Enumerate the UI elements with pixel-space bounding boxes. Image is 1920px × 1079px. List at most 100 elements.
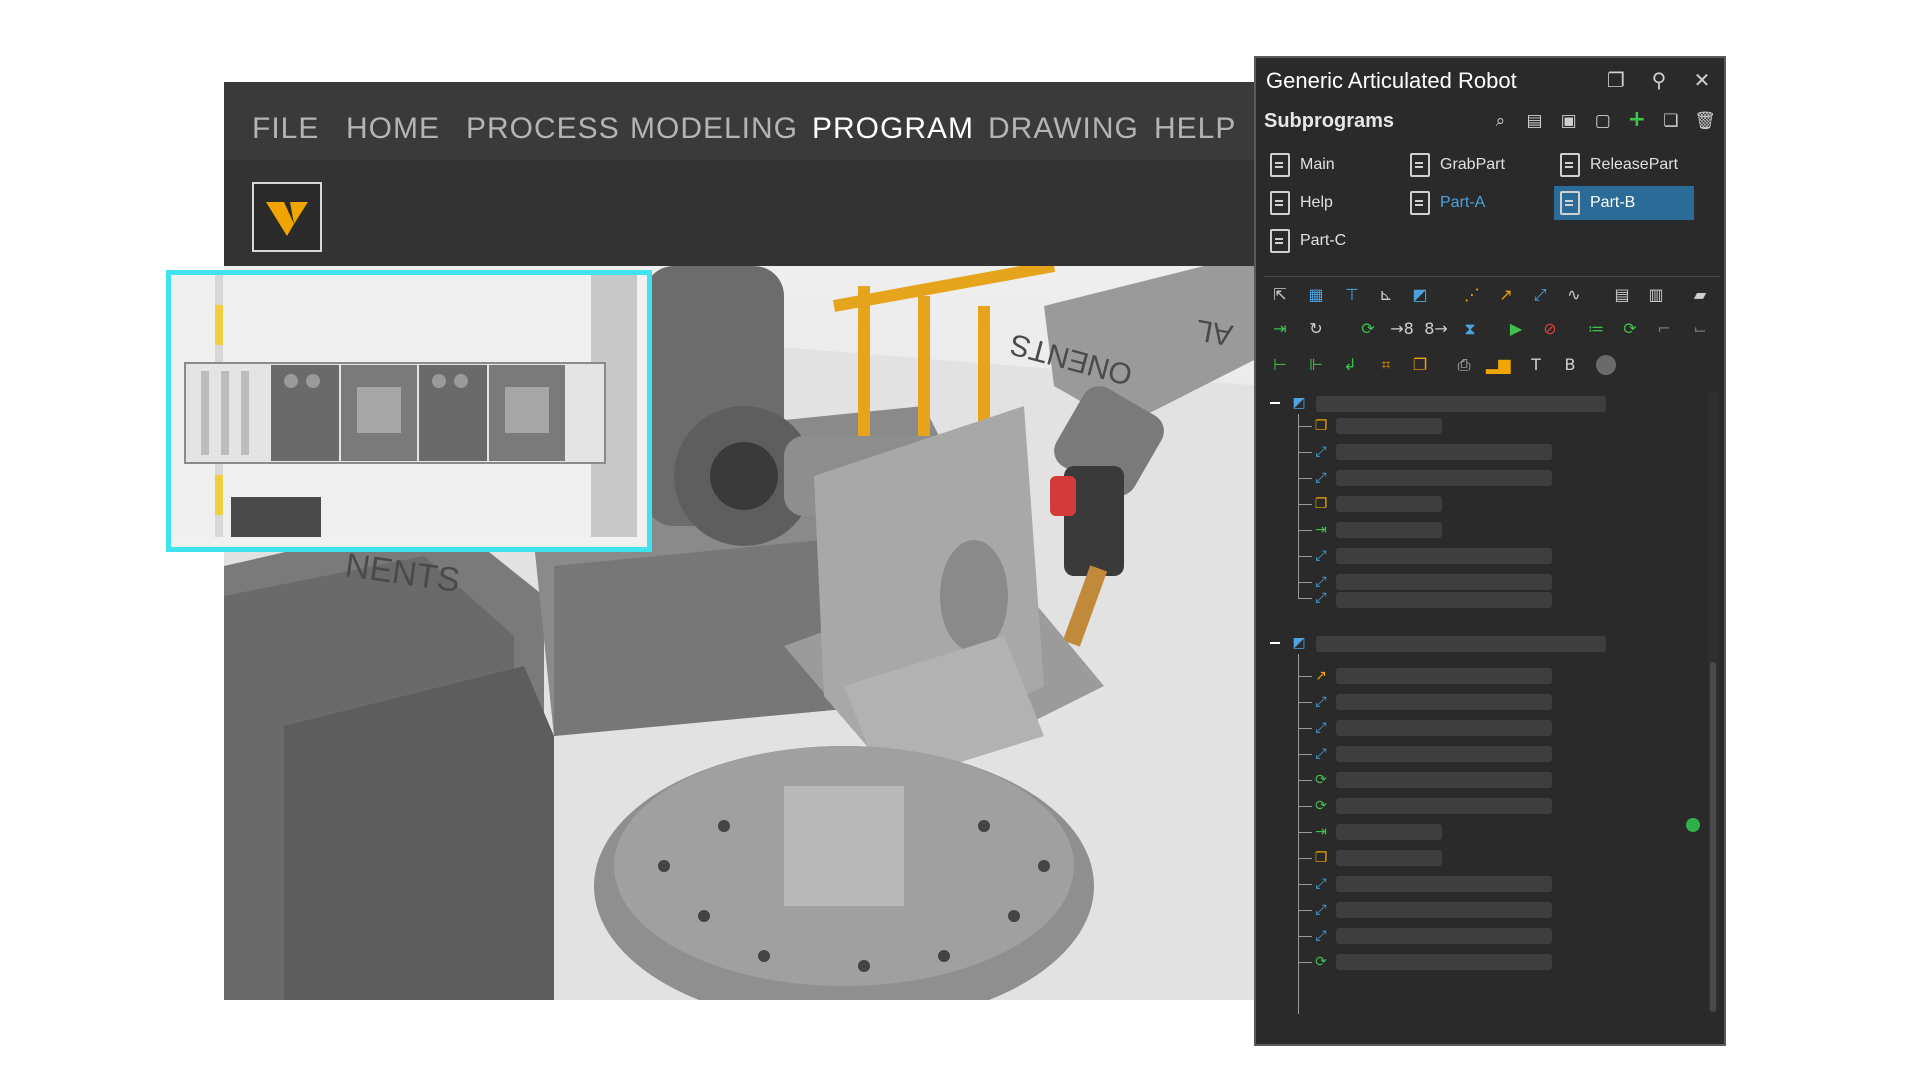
pin-icon[interactable]: ⚲	[1647, 68, 1671, 92]
subprogram-part-c[interactable]: Part-C	[1264, 224, 1404, 258]
subprogram-help[interactable]: Help	[1264, 186, 1404, 220]
record-icon[interactable]	[1594, 353, 1618, 377]
axis-icon[interactable]: ⊾	[1374, 283, 1398, 307]
copy-icon[interactable]: ❏	[1660, 109, 1682, 133]
tree-line	[1298, 884, 1312, 885]
return-icon[interactable]: ↻	[1304, 317, 1328, 341]
menu-home[interactable]: HOME	[346, 112, 440, 146]
statement-row[interactable]	[1336, 444, 1552, 460]
menu-drawing[interactable]: DRAWING	[988, 112, 1139, 146]
call-icon[interactable]: ⇥	[1268, 317, 1292, 341]
cursor-icon[interactable]: ⇱	[1268, 283, 1292, 307]
subprogram-part-b[interactable]: Part-B	[1554, 186, 1694, 220]
set-base-button[interactable]: B	[1558, 353, 1582, 377]
linear-move-icon: ⤢	[1315, 694, 1327, 710]
menu-process[interactable]: PROCESS	[466, 112, 620, 146]
assign-icon[interactable]: ≔	[1584, 317, 1608, 341]
breakpoint-indicator[interactable]	[1686, 818, 1700, 832]
menu-file[interactable]: FILE	[252, 112, 319, 146]
menu-modeling[interactable]: MODELING	[630, 112, 798, 146]
signal-out-icon[interactable]: →8	[1390, 317, 1414, 341]
statement-row[interactable]	[1336, 418, 1442, 434]
app-logo[interactable]	[252, 182, 322, 252]
statement-row[interactable]	[1336, 470, 1552, 486]
statement-row[interactable]	[1336, 928, 1552, 944]
print-icon[interactable]: ⎙	[1452, 353, 1476, 377]
new-doc2-icon[interactable]: ▢	[1592, 109, 1614, 133]
move-icon[interactable]: ▦	[1304, 283, 1328, 307]
play-icon[interactable]: ▶	[1504, 317, 1528, 341]
statistics-icon[interactable]: ▂▆	[1486, 353, 1511, 377]
statement-row[interactable]	[1336, 772, 1552, 788]
tree-line	[1298, 754, 1312, 755]
while-icon[interactable]: ⟳	[1356, 317, 1380, 341]
subprogram-label: Part-B	[1590, 194, 1636, 211]
stop-icon[interactable]: ⊘	[1538, 317, 1562, 341]
statement-row[interactable]	[1336, 668, 1552, 684]
delete-icon[interactable]: 🗑	[1694, 109, 1716, 133]
linear-icon[interactable]: ↗	[1494, 283, 1518, 307]
statement-row[interactable]	[1336, 954, 1552, 970]
sequence-row[interactable]	[1316, 636, 1606, 652]
restore-icon[interactable]: ❐	[1604, 68, 1628, 92]
subprogram-grabpart[interactable]: GrabPart	[1404, 148, 1544, 182]
collapse-toggle[interactable]	[1270, 402, 1280, 404]
subprogram-label: Part-A	[1440, 194, 1486, 211]
statement-row[interactable]	[1336, 548, 1552, 564]
switch-icon[interactable]: ↲	[1338, 353, 1362, 377]
linear-motion-icon[interactable]: ⤢	[1528, 283, 1552, 307]
statement-row[interactable]	[1336, 902, 1552, 918]
folder-icon[interactable]: ▰	[1688, 283, 1712, 307]
menu-program[interactable]: PROGRAM	[812, 112, 974, 146]
subprogram-releasepart[interactable]: ReleasePart	[1554, 148, 1704, 182]
tree-scrollbar[interactable]	[1708, 392, 1718, 1012]
path-icon[interactable]: ∿	[1562, 283, 1586, 307]
set-tool-button[interactable]: T	[1524, 353, 1548, 377]
document2-icon[interactable]: ▥	[1644, 283, 1668, 307]
else-icon[interactable]: ⊩	[1304, 353, 1328, 377]
break-icon[interactable]: ⌐	[1652, 317, 1676, 341]
statement-row[interactable]	[1336, 746, 1552, 762]
scrollbar-thumb[interactable]	[1710, 662, 1716, 1012]
statement-row[interactable]	[1336, 824, 1442, 840]
statement-row[interactable]	[1336, 876, 1552, 892]
statement-row[interactable]	[1336, 850, 1442, 866]
tree-line	[1298, 936, 1312, 937]
if-icon[interactable]: ⊢	[1268, 353, 1292, 377]
coordinate-icon[interactable]: ◩	[1408, 283, 1432, 307]
close-icon[interactable]: ✕	[1690, 68, 1714, 92]
sequence-row[interactable]	[1316, 396, 1606, 412]
add-icon[interactable]: +	[1626, 108, 1648, 132]
new-doc-icon[interactable]: ▣	[1558, 109, 1580, 133]
search-icon[interactable]: ⌕	[1489, 109, 1511, 133]
statement-row[interactable]	[1336, 574, 1552, 590]
menu-help[interactable]: HELP	[1154, 112, 1236, 146]
comment-icon[interactable]: ❐	[1408, 353, 1432, 377]
collapse-toggle[interactable]	[1270, 642, 1280, 644]
wait-icon[interactable]: ⧗	[1458, 317, 1482, 341]
tree-line	[1298, 806, 1312, 807]
statement-row[interactable]	[1336, 720, 1552, 736]
comment-node-icon: ❐	[1314, 496, 1328, 512]
signal-in-icon[interactable]: 8→	[1424, 317, 1448, 341]
subprogram-part-a[interactable]: Part-A	[1404, 186, 1544, 220]
clipboard2-icon[interactable]: ▤	[1610, 283, 1634, 307]
statement-row[interactable]	[1336, 592, 1552, 608]
statement-row[interactable]	[1336, 798, 1552, 814]
statement-row[interactable]	[1336, 694, 1552, 710]
statement-row[interactable]	[1336, 496, 1442, 512]
document-icon	[1270, 152, 1290, 177]
subprogram-main[interactable]: Main	[1264, 148, 1404, 182]
ribbon	[224, 160, 1262, 266]
loop-icon[interactable]: ⟳	[1618, 317, 1642, 341]
frame-icon[interactable]: ⊤	[1340, 283, 1364, 307]
document-icon	[1410, 152, 1430, 177]
ptp-icon[interactable]: ⋰	[1460, 283, 1484, 307]
continue-icon[interactable]: ⌙	[1688, 317, 1712, 341]
clipboard-icon[interactable]: ▤	[1524, 109, 1546, 133]
document-icon	[1560, 190, 1580, 215]
statement-row[interactable]	[1336, 522, 1442, 538]
minimap-inset[interactable]	[166, 270, 652, 552]
logo-v-icon	[266, 202, 308, 236]
group-icon[interactable]: ⌗	[1374, 353, 1398, 377]
